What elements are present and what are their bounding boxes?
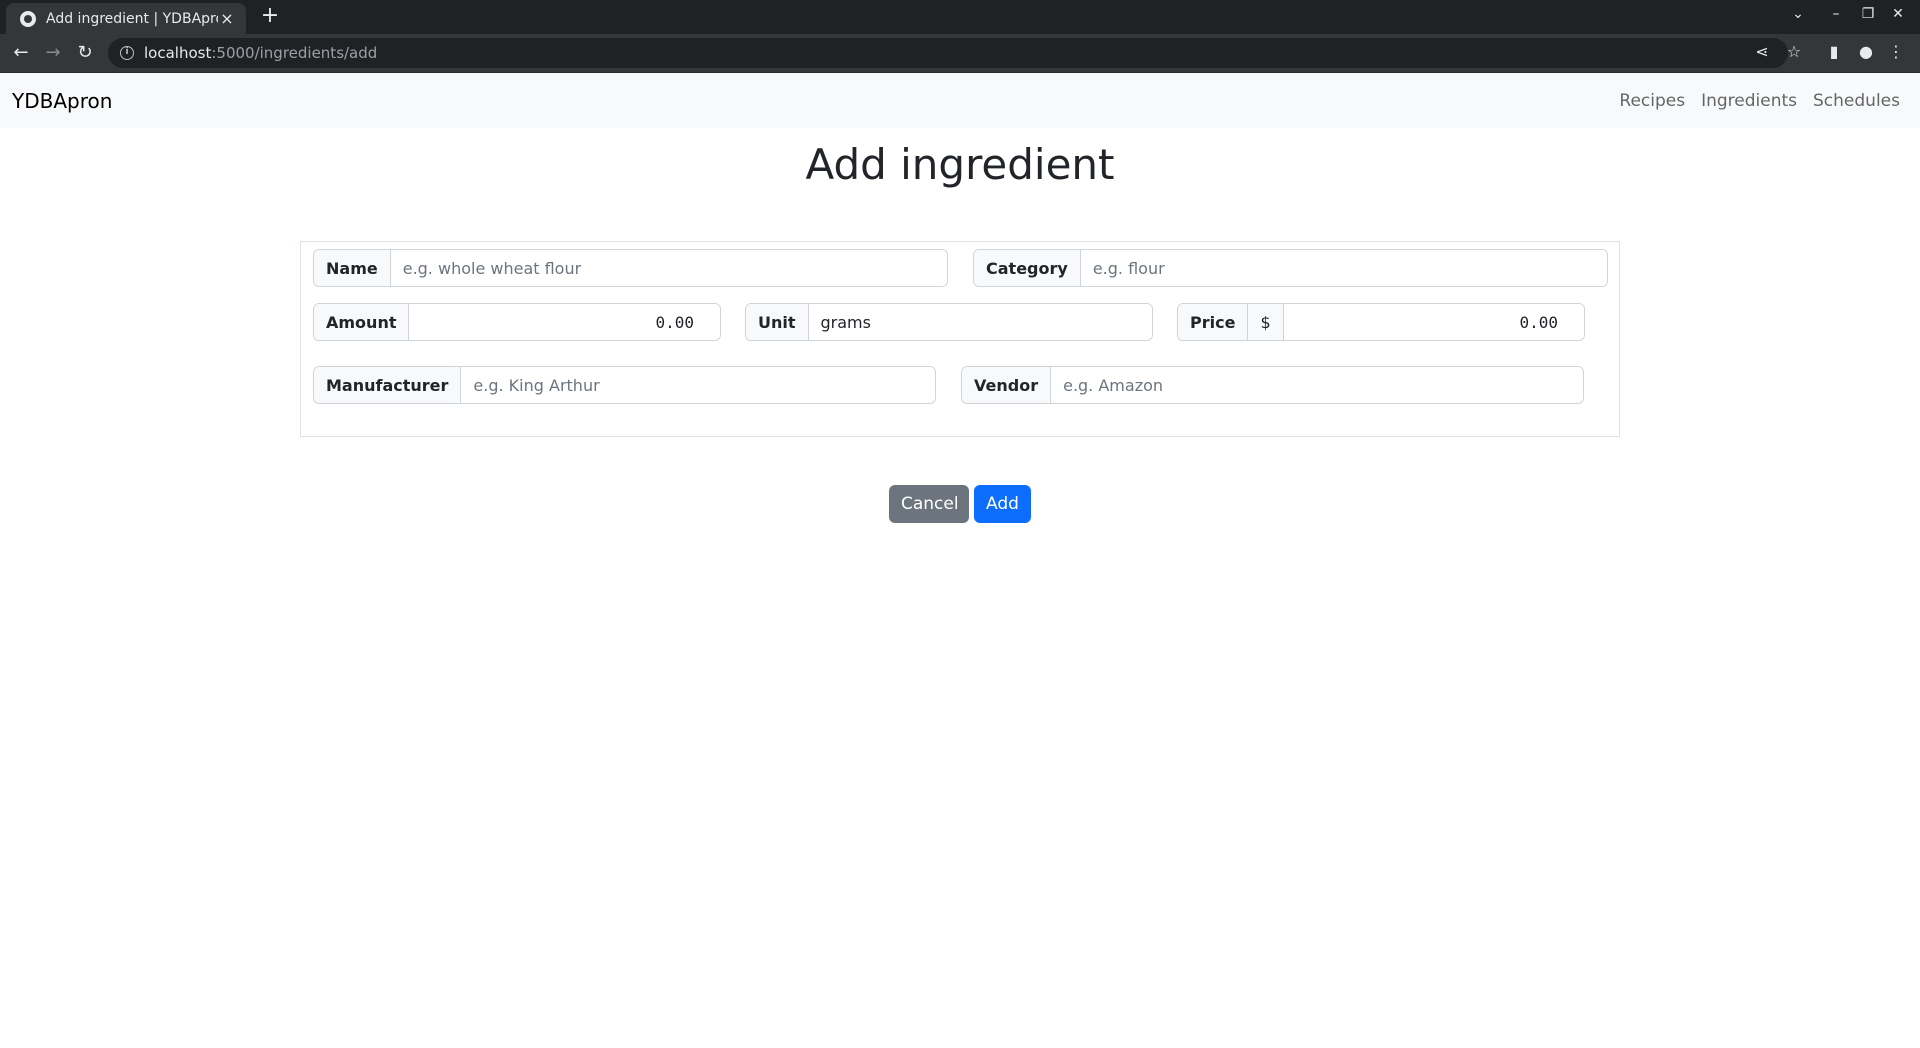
- vendor-group: Vendor: [961, 366, 1584, 404]
- tab-search-icon[interactable]: ⌄: [1786, 6, 1810, 22]
- app-navbar: YDBApron Recipes Ingredients Schedules: [0, 73, 1920, 128]
- address-bar[interactable]: i localhost:5000/ingredients/add: [108, 38, 1788, 68]
- browser-toolbar: ← → ↻ i localhost:5000/ingredients/add ⋖…: [0, 34, 1920, 73]
- page-title: Add ingredient: [805, 140, 1115, 189]
- side-panel-icon[interactable]: ▮: [1824, 42, 1844, 61]
- category-input[interactable]: [1080, 250, 1607, 286]
- close-window-icon[interactable]: ✕: [1886, 6, 1910, 22]
- vendor-input[interactable]: [1051, 367, 1583, 403]
- nav-link-ingredients[interactable]: Ingredients: [1701, 91, 1797, 111]
- ingredient-form: Name Category Amount Unit Price $ Manufa…: [300, 241, 1620, 437]
- url-path: :5000/ingredients/add: [211, 44, 378, 62]
- currency-addon: $: [1248, 304, 1284, 340]
- forward-icon[interactable]: →: [42, 42, 64, 64]
- price-group: Price $: [1177, 303, 1585, 341]
- name-group: Name: [313, 249, 948, 287]
- tab-title: Add ingredient | YDBApron: [46, 10, 218, 27]
- amount-label: Amount: [314, 304, 410, 340]
- price-input[interactable]: [1283, 304, 1584, 340]
- url-host: localhost: [144, 44, 212, 62]
- brand-link[interactable]: YDBApron: [12, 89, 112, 113]
- category-label: Category: [974, 250, 1081, 286]
- unit-group: Unit: [745, 303, 1153, 341]
- browser-tab-strip: Add ingredient | YDBApron × + ⌄ – ❐ ✕: [0, 0, 1920, 34]
- manufacturer-input[interactable]: [461, 367, 935, 403]
- vendor-label: Vendor: [962, 367, 1052, 403]
- nav-links: Recipes Ingredients Schedules: [1619, 91, 1900, 111]
- add-button[interactable]: Add: [974, 485, 1031, 523]
- name-input[interactable]: [390, 250, 947, 286]
- cancel-button[interactable]: Cancel: [889, 485, 969, 523]
- menu-icon[interactable]: ⋮: [1886, 42, 1906, 61]
- amount-input[interactable]: [409, 304, 720, 340]
- back-icon[interactable]: ←: [10, 42, 32, 64]
- manufacturer-group: Manufacturer: [313, 366, 936, 404]
- browser-tab[interactable]: Add ingredient | YDBApron ×: [6, 3, 246, 34]
- name-label: Name: [314, 250, 391, 286]
- minimize-icon[interactable]: –: [1824, 6, 1848, 22]
- nav-link-recipes[interactable]: Recipes: [1619, 91, 1685, 111]
- amount-group: Amount: [313, 303, 721, 341]
- tab-close-icon[interactable]: ×: [218, 9, 236, 28]
- reload-icon[interactable]: ↻: [74, 42, 96, 64]
- category-group: Category: [973, 249, 1608, 287]
- unit-label: Unit: [746, 304, 809, 340]
- new-tab-icon[interactable]: +: [258, 5, 282, 29]
- restore-icon[interactable]: ❐: [1856, 6, 1880, 22]
- nav-link-schedules[interactable]: Schedules: [1813, 91, 1900, 111]
- info-icon[interactable]: i: [120, 46, 134, 60]
- manufacturer-label: Manufacturer: [314, 367, 462, 403]
- unit-select[interactable]: [808, 304, 1152, 340]
- price-label: Price: [1178, 304, 1249, 340]
- globe-icon: [20, 10, 36, 27]
- profile-icon[interactable]: ●: [1856, 42, 1876, 61]
- share-icon[interactable]: ⋖: [1752, 42, 1772, 61]
- bookmark-star-icon[interactable]: ☆: [1784, 42, 1804, 61]
